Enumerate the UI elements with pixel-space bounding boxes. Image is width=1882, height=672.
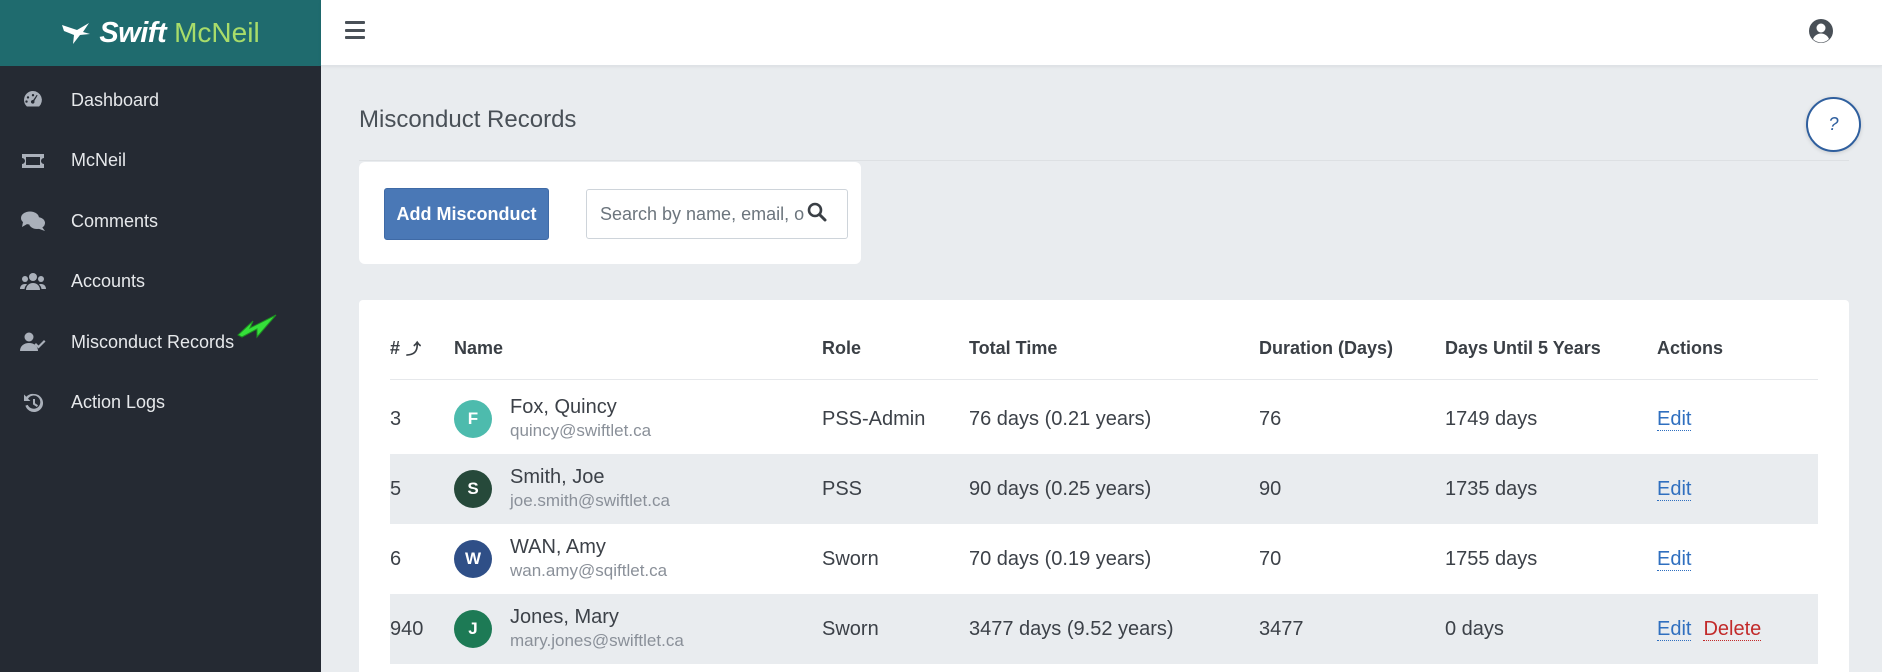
avatar: J [454,610,492,648]
brand-logo[interactable]: Swift McNeil [0,0,321,66]
person-email: quincy@swiftlet.ca [510,421,652,440]
history-icon [20,392,46,414]
sidebar-item-accounts[interactable]: Accounts [0,252,321,313]
comments-icon [20,210,46,232]
table-row: 6 W WAN, Amy wan.amy@sqiftlet.ca Sworn 7… [390,524,1818,594]
avatar: S [454,470,492,508]
delete-link[interactable]: Delete [1703,618,1762,641]
person-email: joe.smith@swiftlet.ca [510,491,670,510]
cell-duration: 90 [1259,477,1282,500]
sidebar-item-dashboard[interactable]: Dashboard [0,70,321,131]
dashboard-icon [20,89,46,111]
table-row: 940 J Jones, Mary mary.jones@swiftlet.ca… [390,594,1818,664]
cell-role: PSS-Admin [822,407,926,430]
add-misconduct-button[interactable]: Add Misconduct [384,188,549,240]
edit-link[interactable]: Edit [1657,478,1692,501]
search-icon[interactable] [807,202,827,222]
column-header-actions: Actions [1657,338,1724,358]
cell-role: Sworn [822,547,879,570]
table-row: 3 F Fox, Quincy quincy@swiftlet.ca PSS-A… [390,384,1818,454]
toolbar-card: Add Misconduct [359,162,861,264]
cell-role: PSS [822,477,863,500]
cell-duration: 70 [1259,547,1282,570]
edit-link[interactable]: Edit [1657,548,1692,571]
sidebar-nav: Dashboard McNeil Comments Accounts Misco… [0,66,321,433]
cell-days-until: 0 days [1445,617,1504,640]
sidebar-item-label: McNeil [71,150,127,171]
person-email: wan.amy@sqiftlet.ca [510,561,668,580]
cell-days-until: 1755 days [1445,547,1538,570]
column-header-duration: Duration (Days) [1259,338,1394,358]
users-icon [20,271,46,293]
sidebar-item-mcneil[interactable]: McNeil [0,131,321,192]
page-title: Misconduct Records [359,106,577,133]
column-header-name: Name [454,338,504,358]
menu-toggle-icon[interactable] [345,21,365,39]
user-account-icon[interactable] [1808,18,1834,44]
search-input[interactable] [600,203,805,225]
brand-name-primary: Swift [99,16,167,49]
avatar: F [454,400,492,438]
misconduct-table: # ⤴ Name Role Total Time Duration (Days) … [359,300,1849,672]
cell-duration: 76 [1259,407,1282,430]
column-header-number[interactable]: # ⤴ [390,338,421,359]
sort-ascending-icon[interactable]: ⤴ [406,338,421,359]
title-divider [359,160,1849,161]
person-name: Jones, Mary [510,606,619,628]
sidebar-item-comments[interactable]: Comments [0,191,321,252]
person-name: Smith, Joe [510,466,605,488]
column-header-role: Role [822,338,862,358]
cell-role: Sworn [822,617,879,640]
topbar [321,0,1882,66]
cell-number: 6 [390,547,402,570]
person-name: WAN, Amy [510,536,606,558]
search-box [586,189,848,239]
cell-total-time: 3477 days (9.52 years) [969,617,1174,640]
user-check-icon [20,331,46,353]
edit-link[interactable]: Edit [1657,408,1692,431]
cell-number: 5 [390,477,402,500]
cell-days-until: 1749 days [1445,407,1538,430]
cell-duration: 3477 [1259,617,1304,640]
sidebar-item-label: Misconduct Records [71,331,235,352]
swift-bird-icon [62,23,91,44]
column-header-total-time: Total Time [969,338,1058,358]
column-header-days-until: Days Until 5 Years [1445,338,1601,358]
person-name: Fox, Quincy [510,396,617,418]
cell-days-until: 1735 days [1445,477,1538,500]
pointer-arrow-icon [237,314,277,339]
table-header: # ⤴ Name Role Total Time Duration (Days) … [390,338,1818,380]
avatar: W [454,540,492,578]
brand-name-secondary: McNeil [174,17,260,48]
sidebar-item-label: Comments [71,210,159,231]
help-button[interactable]: ? [1806,97,1861,152]
sidebar-item-label: Accounts [71,271,146,292]
cell-total-time: 70 days (0.19 years) [969,547,1152,570]
sidebar-item-action-logs[interactable]: Action Logs [0,373,321,434]
table-row: 5 S Smith, Joe joe.smith@swiftlet.ca PSS… [390,454,1818,524]
cell-total-time: 90 days (0.25 years) [969,477,1152,500]
sidebar-item-label: Dashboard [71,89,160,110]
cell-total-time: 76 days (0.21 years) [969,407,1152,430]
person-email: mary.jones@swiftlet.ca [510,631,684,650]
edit-link[interactable]: Edit [1657,618,1692,641]
cell-number: 940 [390,617,424,640]
cell-number: 3 [390,407,402,430]
ticket-icon [20,150,46,172]
sidebar-item-label: Action Logs [71,392,166,413]
